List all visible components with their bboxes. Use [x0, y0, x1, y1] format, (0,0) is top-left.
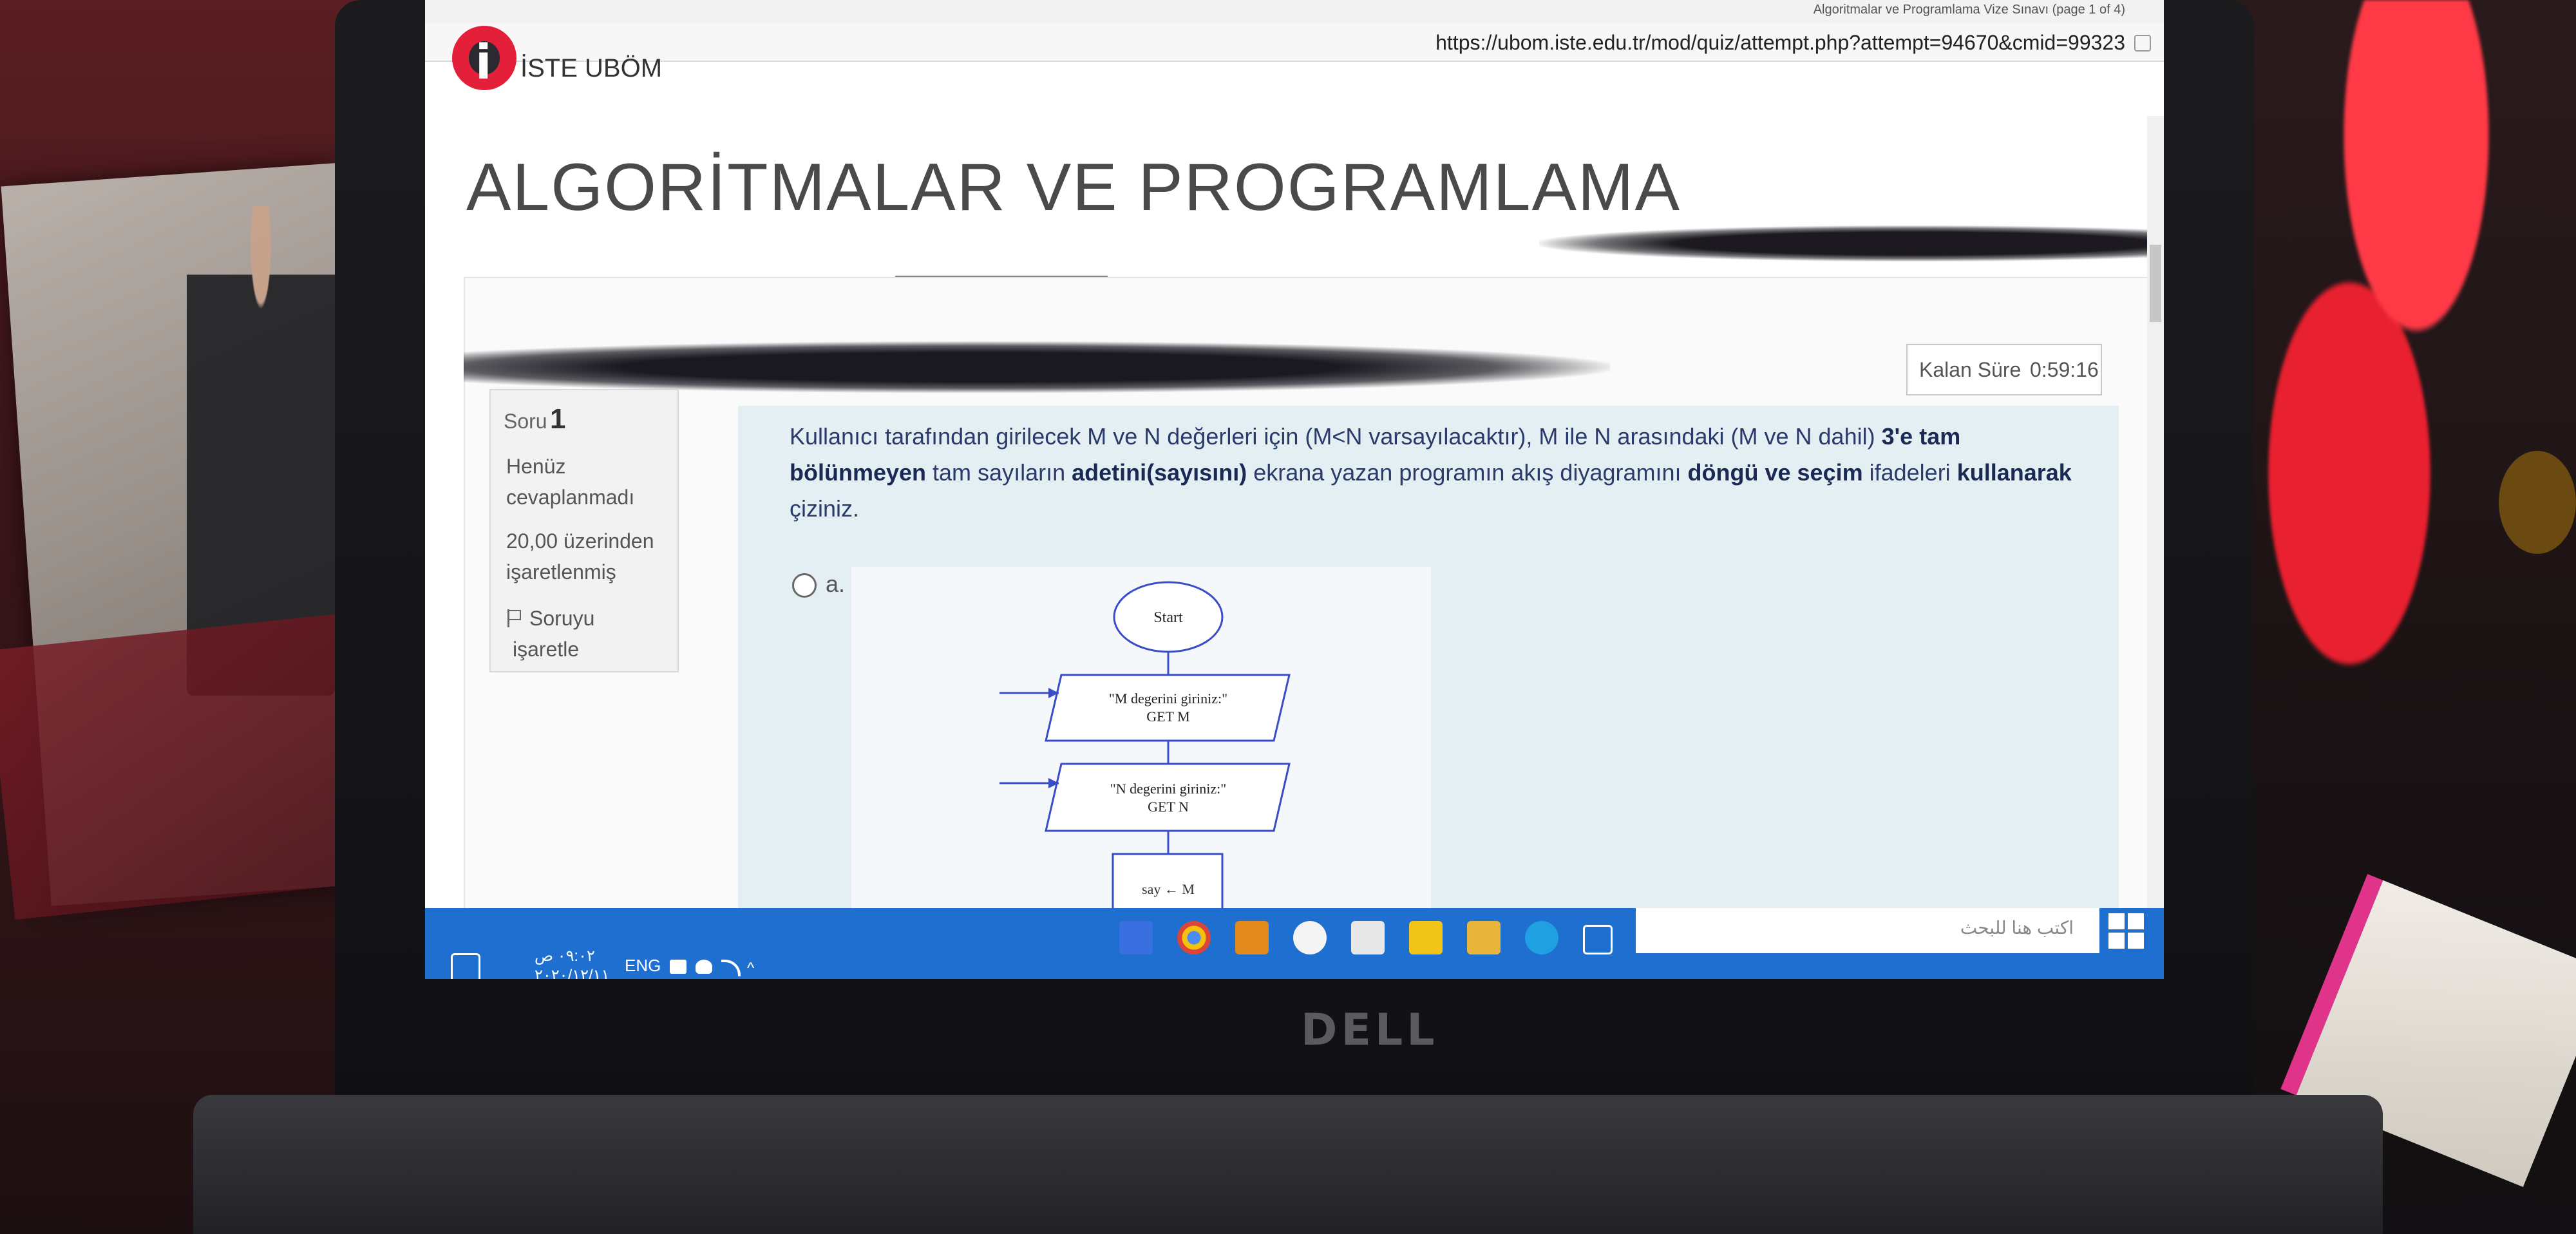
mail-icon[interactable] — [1351, 921, 1385, 954]
red-plush-toy — [2215, 0, 2550, 676]
brand-logo: DELL — [1301, 1005, 1439, 1056]
answer-letter-a: a. — [826, 571, 846, 597]
input-n-prompt: "N degerini giriniz:" — [1110, 781, 1226, 797]
course-title: ALGORİTMALAR VE PROGRAMLAMA — [466, 150, 1681, 225]
input-n-parallelogram — [1045, 763, 1291, 832]
timer-label: Kalan Süre — [1919, 358, 2022, 381]
question-emphasis: döngü ve seçim — [1687, 459, 1863, 486]
start-label: Start — [1153, 609, 1183, 626]
start-icon — [2128, 913, 2144, 929]
input-n-get: GET N — [1148, 799, 1189, 815]
flag-question-link[interactable]: Soruyu işaretle — [513, 603, 661, 665]
site-name[interactable]: İSTE UBÖM — [520, 54, 662, 83]
chevron-up-icon[interactable]: ^ — [747, 960, 764, 977]
input-m-parallelogram — [1045, 674, 1291, 742]
lock-icon — [2134, 35, 2151, 52]
files-icon[interactable] — [1467, 921, 1501, 954]
media-icon[interactable] — [1235, 921, 1269, 954]
question-text-part: ekrana yazan programın akış diyagramını — [1247, 459, 1688, 486]
start-button[interactable] — [2108, 913, 2145, 949]
onedrive-icon[interactable] — [696, 960, 712, 974]
question-text-part: tam sayıların — [926, 459, 1072, 486]
start-icon — [2128, 933, 2144, 949]
answer-radio-a[interactable] — [792, 573, 817, 598]
logo-letter: i — [475, 35, 492, 90]
question-info-panel: Soru 1 Henüz cevaplanmadı 20,00 üzerinde… — [489, 389, 679, 672]
edge-icon[interactable] — [1525, 921, 1558, 954]
cortana-icon[interactable] — [1636, 927, 1660, 952]
question-text-part: çiziniz. — [790, 495, 860, 522]
question-points: 20,00 üzerinden işaretlenmiş — [506, 529, 654, 584]
task-view-icon[interactable] — [1583, 925, 1613, 954]
store-icon[interactable] — [1409, 921, 1443, 954]
start-icon — [2108, 933, 2125, 949]
taskbar-search-box[interactable]: اكتب هنا للبحث — [1636, 908, 2099, 953]
decorative-brush-stroke-2 — [464, 341, 1610, 393]
scroll-thumb[interactable] — [2150, 245, 2161, 322]
question-emphasis: kullanarak — [1956, 459, 2072, 486]
address-bar[interactable]: https://ubom.iste.edu.tr/mod/quiz/attemp… — [425, 23, 2164, 62]
assign-label: say ← M — [1142, 881, 1195, 897]
search-placeholder: اكتب هنا للبحث — [1960, 918, 2074, 938]
input-m-prompt: "M degerini giriniz:" — [1109, 690, 1227, 707]
laptop-screen: Algoritmalar ve Programlama Vize Sınavı … — [425, 0, 2164, 979]
language-indicator[interactable]: ENG — [625, 956, 661, 976]
chrome-icon[interactable] — [1177, 921, 1211, 954]
time-remaining-box: Kalan Süre 0:59:16 — [1906, 344, 2102, 395]
question-box: Kullanıcı tarafından girilecek M ve N de… — [738, 406, 2119, 966]
battery-icon[interactable] — [670, 960, 687, 974]
window-titlebar: Algoritmalar ve Programlama Vize Sınavı … — [425, 0, 2164, 23]
question-label: Soru — [504, 410, 547, 433]
taskbar-clock[interactable]: ٠٩:٠٢ ص ٢٠٢٠/١٢/١١ — [535, 947, 609, 979]
tab-title[interactable]: Algoritmalar ve Programlama Vize Sınavı … — [1814, 3, 2125, 17]
clock-time: ٠٩:٠٢ ص — [535, 947, 595, 965]
question-number: 1 — [550, 403, 566, 435]
scrollbar[interactable] — [2147, 116, 2164, 908]
plush-detail — [2499, 451, 2576, 554]
laptop-base — [193, 1095, 2383, 1234]
flowchart-svg: Start "M degerini giriniz:" GET M "N deg… — [999, 581, 1291, 922]
flowchart-image: Start "M degerini giriniz:" GET M "N deg… — [851, 567, 1431, 966]
question-emphasis: adetini(sayısını) — [1072, 459, 1247, 486]
question-text: Kullanıcı tarafından girilecek M ve N de… — [790, 419, 2078, 527]
red-album — [0, 612, 374, 920]
input-m-get: GET M — [1146, 708, 1189, 725]
url-text[interactable]: https://ubom.iste.edu.tr/mod/quiz/attemp… — [1435, 31, 2125, 55]
vs-code-icon[interactable] — [1119, 921, 1153, 954]
notification-icon[interactable] — [451, 953, 480, 979]
question-text-part: Kullanıcı tarafından girilecek M ve N de… — [790, 423, 1882, 450]
question-status: Henüz cevaplanmadı — [506, 455, 635, 509]
question-text-part: ifadeleri — [1862, 459, 1957, 486]
clock-date: ٢٠٢٠/١٢/١١ — [535, 967, 610, 979]
yahoo-icon[interactable] — [1293, 921, 1327, 954]
decorative-brush-stroke — [1539, 225, 2164, 261]
timer-value: 0:59:16 — [2030, 358, 2099, 381]
start-icon — [2108, 913, 2125, 929]
